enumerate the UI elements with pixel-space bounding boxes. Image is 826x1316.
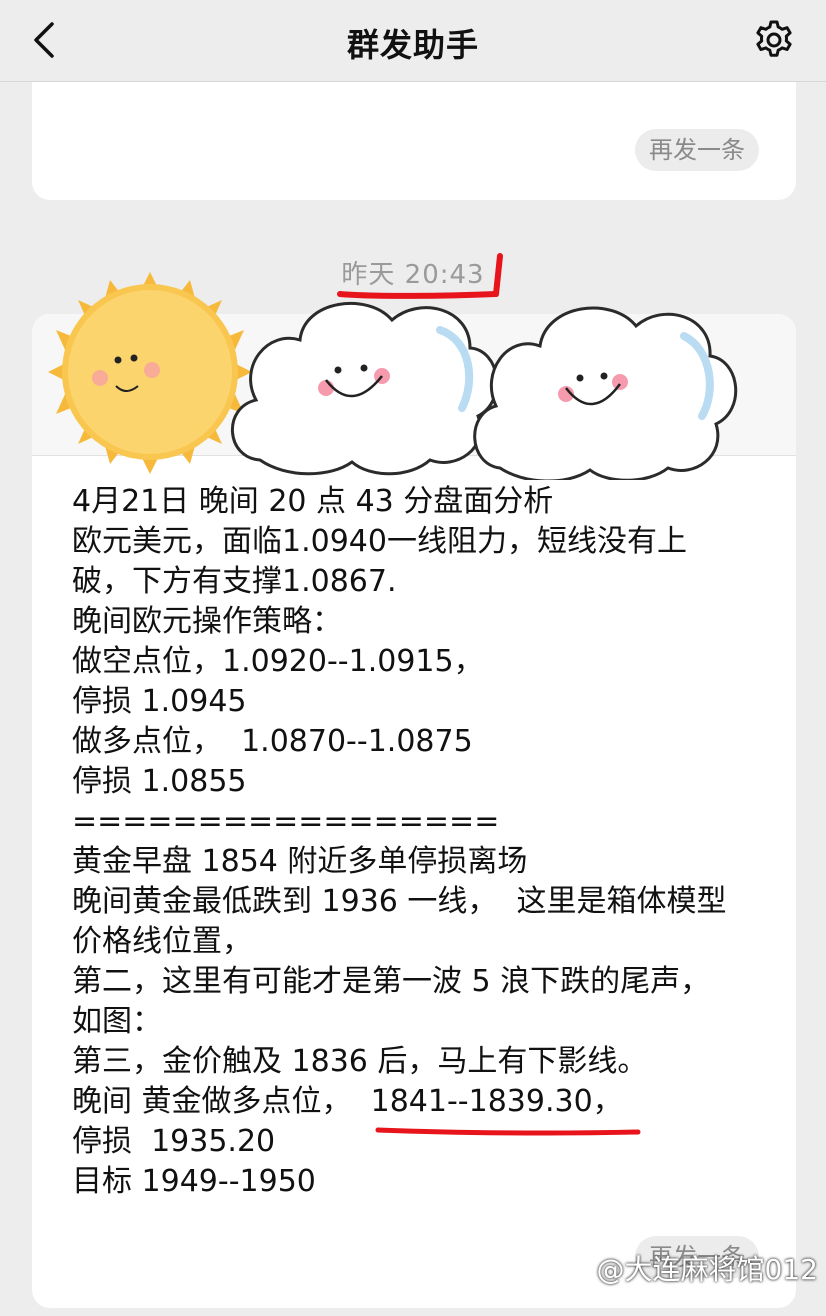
message-line: 黄金早盘 1854 附近多单停损离场 bbox=[72, 844, 528, 879]
message-line: 做多点位， 1.0870--1.0875 bbox=[72, 724, 473, 759]
message-line: 晚间黄金最低跌到 1936 一线， 这里是箱体模型 bbox=[72, 884, 727, 919]
chevron-right-icon[interactable] bbox=[718, 362, 738, 394]
message-line: 做空点位，1.0920--1.0915， bbox=[72, 644, 484, 679]
message-line: 目标 1949--1950 bbox=[72, 1164, 316, 1199]
timestamp-red-underline bbox=[337, 253, 503, 299]
gear-icon bbox=[756, 20, 792, 57]
settings-button[interactable] bbox=[750, 16, 798, 64]
message-line: 第三，金价触及 1836 后，马上有下影线。 bbox=[72, 1044, 648, 1079]
previous-message-card: 再发一条 bbox=[32, 82, 796, 200]
watermark: @大连麻将馆012 bbox=[596, 1253, 818, 1286]
price-red-underline bbox=[375, 1127, 641, 1136]
message-line: 晚间 黄金做多点位， 1841--1839.30， bbox=[72, 1084, 623, 1119]
message-line: ================= bbox=[72, 804, 500, 839]
message-line: 晚间欧元操作策略： bbox=[72, 604, 342, 639]
message-line: 停损 1.0945 bbox=[72, 684, 247, 719]
navbar: 群发助手 bbox=[0, 0, 826, 82]
message-line: 第二，这里有可能才是第一波 5 浪下跌的尾声， bbox=[72, 964, 711, 999]
recipients-header[interactable] bbox=[32, 314, 796, 456]
message-line: 如图： bbox=[72, 1004, 162, 1039]
broadcast-message-card: 4月21日 晚间 20 点 43 分盘面分析 欧元美元，面临1.0940一线阻力… bbox=[32, 314, 796, 1308]
message-line: 欧元美元，面临1.0940一线阻力，短线没有上 bbox=[72, 524, 687, 559]
message-line: 破，下方有支撑1.0867. bbox=[72, 564, 397, 599]
message-line: 4月21日 晚间 20 点 43 分盘面分析 bbox=[72, 484, 554, 519]
page-title: 群发助手 bbox=[346, 26, 479, 64]
message-text: 4月21日 晚间 20 点 43 分盘面分析 欧元美元，面临1.0940一线阻力… bbox=[72, 482, 772, 1202]
message-line: 价格线位置， bbox=[72, 924, 252, 959]
message-line: 停损 1.0855 bbox=[72, 764, 247, 799]
resend-button-top[interactable]: 再发一条 bbox=[635, 129, 759, 171]
